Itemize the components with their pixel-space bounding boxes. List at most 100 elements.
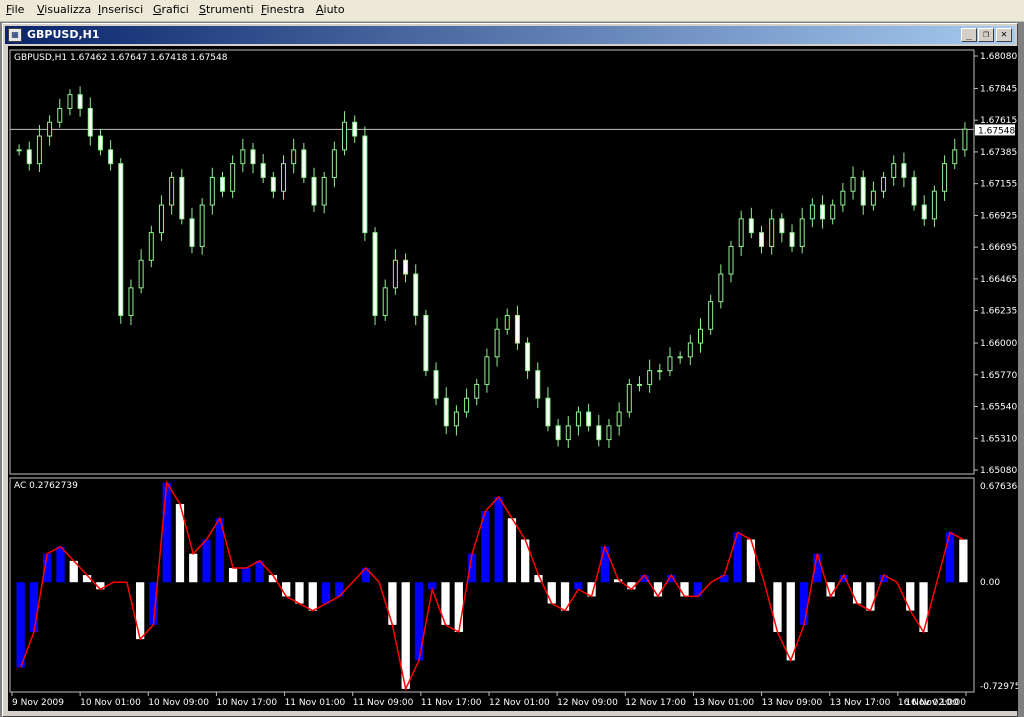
candle-body — [901, 163, 907, 178]
menu-item-aiuto[interactable]: Aiuto — [316, 3, 345, 16]
time-label: 13 Nov 17:00 — [830, 698, 891, 708]
close-button[interactable]: ✕ — [996, 28, 1012, 42]
candle-body — [616, 411, 622, 427]
menu-item-strumenti[interactable]: Strumenti — [199, 3, 254, 16]
price-tick-label: 1.66000 — [980, 339, 1017, 349]
candle-body — [809, 204, 815, 220]
candle-body — [47, 121, 53, 137]
candle-body — [311, 176, 317, 206]
candle-body — [779, 218, 785, 234]
candle-body — [667, 356, 673, 372]
candle-body — [57, 107, 63, 123]
candle-body — [921, 204, 927, 220]
candle-body — [281, 163, 287, 192]
candle-body — [291, 149, 297, 165]
candle-body — [16, 149, 22, 152]
chart-window-icon: ▦ — [8, 28, 22, 42]
candle-body — [464, 397, 470, 413]
candle-body — [657, 370, 663, 373]
price-tick-label: 1.65770 — [980, 371, 1017, 381]
time-label: 12 Nov 01:00 — [489, 698, 550, 708]
menu-item-file[interactable]: File — [6, 3, 24, 16]
candle-body — [850, 176, 856, 192]
indicator-tick-label: -0.72975 — [980, 682, 1018, 692]
candle-body — [240, 149, 246, 165]
candle-body — [250, 149, 256, 165]
menu-item-visualizza[interactable]: Visualizza — [37, 3, 91, 16]
candle-body — [677, 356, 683, 359]
chart-canvas[interactable]: 1.68080 1.67845 1.67615 1.67385 1.67155 1.669… — [8, 46, 1018, 711]
candle-body — [118, 163, 124, 316]
candle-body — [514, 314, 520, 344]
chart-svg[interactable]: 1.680801.678451.676151.673851.671551.669… — [8, 46, 1018, 711]
price-tick-label: 1.66925 — [980, 211, 1017, 221]
menu-item-inserisci[interactable]: Inserisci — [98, 3, 143, 16]
time-label: 11 Nov 09:00 — [353, 698, 414, 708]
candle-body — [494, 328, 500, 358]
candle-body — [26, 149, 32, 165]
candle-body — [586, 411, 592, 427]
minimize-button[interactable]: _ — [961, 28, 977, 42]
time-label: 12 Nov 17:00 — [625, 698, 686, 708]
time-label: 11 Nov 17:00 — [421, 698, 482, 708]
candle-body — [453, 411, 459, 427]
window-title: GBPUSD,H1 — [27, 28, 100, 41]
time-label: 9 Nov 2009 — [12, 698, 64, 708]
price-tick-label: 1.65310 — [980, 434, 1017, 444]
price-tick-label: 1.66695 — [980, 243, 1017, 253]
menu-item-finestra[interactable]: Finestra — [261, 3, 305, 16]
candle-body — [484, 356, 490, 385]
candle-body — [575, 411, 581, 427]
price-tick-label: 1.66235 — [980, 307, 1017, 317]
candle-body — [911, 176, 917, 206]
candle-body — [189, 218, 195, 247]
candle-body — [230, 163, 236, 192]
window-titlebar[interactable]: ▦ GBPUSD,H1 _ ❐ ✕ — [5, 26, 1015, 44]
candle-body — [97, 135, 103, 151]
candle-body — [209, 176, 215, 206]
indicator-label: AC 0.2762739 — [14, 481, 78, 491]
candle-body — [565, 425, 571, 441]
candle-body — [748, 218, 754, 234]
candle-body — [769, 218, 775, 247]
candle-body — [352, 121, 358, 137]
candle-body — [687, 342, 693, 358]
candle-body — [738, 218, 744, 247]
candle-body — [342, 121, 348, 151]
candle-body — [596, 425, 602, 441]
candle-body — [372, 232, 378, 316]
candle-body — [545, 397, 551, 427]
candle-body — [931, 190, 937, 220]
candle-body — [382, 287, 388, 316]
candle-body — [697, 328, 703, 344]
menu-item-grafici[interactable]: Grafici — [153, 3, 189, 16]
candle-body — [321, 176, 327, 206]
candle-body — [626, 383, 632, 413]
candle-body — [219, 176, 225, 192]
candle-body — [403, 259, 409, 275]
candle-body — [158, 204, 164, 234]
candle-body — [891, 163, 897, 178]
time-label: 12 Nov 09:00 — [557, 698, 618, 708]
candle-body — [108, 149, 114, 165]
time-label: 10 Nov 17:00 — [216, 698, 277, 708]
candle-body — [504, 314, 510, 330]
candle-body — [87, 107, 93, 137]
restore-button[interactable]: ❐ — [978, 28, 994, 42]
candle-body — [799, 218, 805, 247]
indicator-tick-label: 0.676368 — [980, 482, 1018, 492]
candle-body — [789, 232, 795, 247]
price-tick-label: 1.66465 — [980, 275, 1017, 285]
candle-body — [606, 425, 612, 441]
price-tick-label: 1.67845 — [980, 84, 1017, 94]
candle-body — [881, 176, 887, 192]
candle-body — [270, 176, 276, 192]
candle-body — [433, 370, 439, 399]
candle-body — [77, 94, 83, 109]
time-label: 13 Nov 09:00 — [762, 698, 823, 708]
candle-body — [636, 383, 642, 386]
time-label: 16 Nov 10:00 — [905, 698, 966, 708]
time-label: 13 Nov 01:00 — [693, 698, 754, 708]
price-tick-label: 1.65080 — [980, 466, 1017, 476]
candle-body — [820, 204, 826, 220]
